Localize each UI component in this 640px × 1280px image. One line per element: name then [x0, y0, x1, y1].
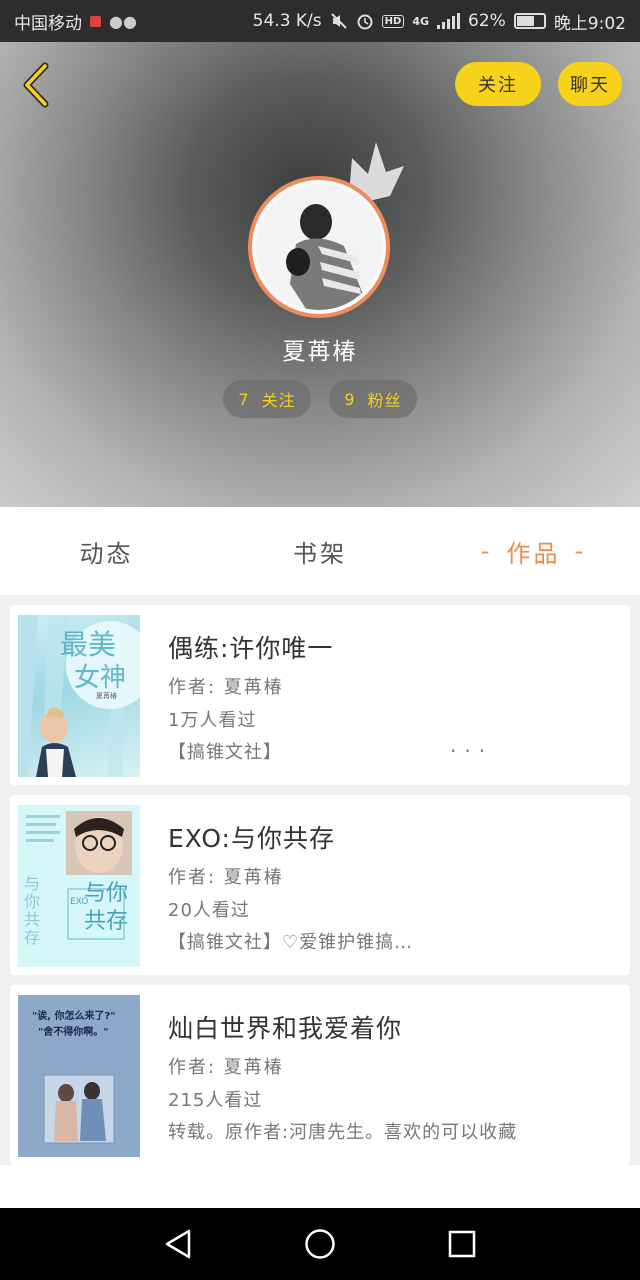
- work-views: 20人看过: [168, 900, 250, 921]
- work-description: 转载。原作者:河唐先生。喜欢的可以收藏: [168, 1122, 518, 1143]
- work-views: 1万人看过: [168, 710, 257, 731]
- avatar-photo: [256, 184, 382, 310]
- tab-active-dash-left: -: [480, 537, 493, 565]
- work-description: 【搞锥文社】: [168, 742, 282, 763]
- battery-percent: 62%: [468, 11, 506, 31]
- nav-recents-button[interactable]: [442, 1224, 482, 1264]
- bottom-spacer: [0, 1165, 640, 1208]
- network-type-label: 4G: [412, 14, 430, 28]
- cover-side-text: 与你共存: [24, 874, 41, 947]
- tab-works[interactable]: - 作品 -: [427, 507, 640, 595]
- fans-count: 9: [344, 389, 356, 409]
- username: 夏苒椿: [282, 339, 358, 365]
- tab-label: 作品: [506, 539, 561, 568]
- book-cover: "诶, 你怎么来了?" "舍不得你啊。": [18, 995, 140, 1157]
- mute-icon: [330, 13, 347, 29]
- follow-button[interactable]: 关注: [455, 62, 541, 106]
- following-count-button[interactable]: 7 关注: [223, 380, 311, 418]
- circle-home-icon: [305, 1229, 335, 1259]
- work-title: 灿白世界和我爱着你: [168, 1014, 403, 1043]
- tab-label: 动态: [79, 539, 134, 568]
- profile-tabs: 动态 书架 - 作品 -: [0, 507, 640, 595]
- clock: 晚上9:02: [553, 13, 626, 34]
- profile-header: 关注 聊天 夏苒椿 7 关注 9 粉丝: [0, 42, 640, 507]
- tab-dynamic[interactable]: 动态: [0, 507, 213, 595]
- more-icon[interactable]: ...: [450, 733, 493, 757]
- list-item[interactable]: "诶, 你怎么来了?" "舍不得你啊。" 灿白世界和我爱着你 作者: 夏苒椿 2…: [10, 985, 630, 1165]
- alarm-icon: [357, 14, 373, 30]
- tab-label: 书架: [293, 539, 347, 568]
- work-title: 偶练:许你唯一: [168, 634, 334, 663]
- book-cover: 与你 共存 EXO 与你共存: [18, 805, 140, 967]
- tab-active-dash-right: -: [574, 537, 587, 565]
- fans-label: 粉丝: [367, 391, 402, 410]
- cover-author: 夏苒椿: [96, 692, 117, 700]
- signal-icon: [437, 13, 461, 29]
- nav-back-button[interactable]: [158, 1224, 198, 1264]
- square-recents-icon: [448, 1230, 476, 1258]
- chevron-left-icon: [23, 62, 49, 108]
- status-bar: 中国移动 ●● 54.3 K/s HD 4G 62% 晚上9:02: [0, 0, 640, 42]
- fans-count-button[interactable]: 9 粉丝: [329, 380, 417, 418]
- wechat-icon: ●●: [109, 11, 137, 31]
- list-item[interactable]: 最美 女神 夏苒椿 偶练:许你唯一 作者: 夏苒椿 1万人看过 【搞锥文社】 .…: [10, 605, 630, 785]
- triangle-back-icon: [165, 1229, 191, 1259]
- chat-button[interactable]: 聊天: [558, 62, 622, 106]
- work-title: EXO:与你共存: [168, 824, 335, 853]
- book-cover: 最美 女神 夏苒椿: [18, 615, 140, 777]
- system-nav-bar: [0, 1208, 640, 1280]
- cover-quote-line2: "舍不得你啊。": [38, 1027, 109, 1038]
- work-author: 作者: 夏苒椿: [168, 677, 284, 698]
- carrier-label: 中国移动: [14, 13, 82, 34]
- back-button[interactable]: [16, 62, 56, 108]
- following-label: 关注: [261, 391, 296, 410]
- notification-icon: [90, 15, 101, 27]
- work-description: 【搞锥文社】♡爱锥护锥搞…: [168, 932, 414, 953]
- avatar-container: [248, 142, 404, 320]
- hd-icon: HD: [381, 14, 405, 28]
- cover-quote-line1: "诶, 你怎么来了?": [32, 1011, 116, 1022]
- avatar[interactable]: [248, 176, 390, 318]
- battery-icon: [513, 13, 546, 29]
- work-author: 作者: 夏苒椿: [168, 867, 284, 888]
- work-author: 作者: 夏苒椿: [168, 1057, 284, 1078]
- work-views: 215人看过: [168, 1090, 263, 1111]
- nav-home-button[interactable]: [300, 1224, 340, 1264]
- following-count: 7: [238, 389, 250, 409]
- list-item[interactable]: 与你 共存 EXO 与你共存 EXO:与你共存 作者: 夏苒椿 20人看过 【搞…: [10, 795, 630, 975]
- tab-bookshelf[interactable]: 书架: [213, 507, 427, 595]
- net-speed-label: 54.3 K/s: [252, 11, 322, 31]
- cover-subtitle: EXO: [70, 897, 89, 907]
- works-list: 最美 女神 夏苒椿 偶练:许你唯一 作者: 夏苒椿 1万人看过 【搞锥文社】 .…: [0, 595, 640, 1165]
- cover-title-line2: 女神: [74, 663, 127, 693]
- cover-title-line2: 共存: [84, 909, 129, 934]
